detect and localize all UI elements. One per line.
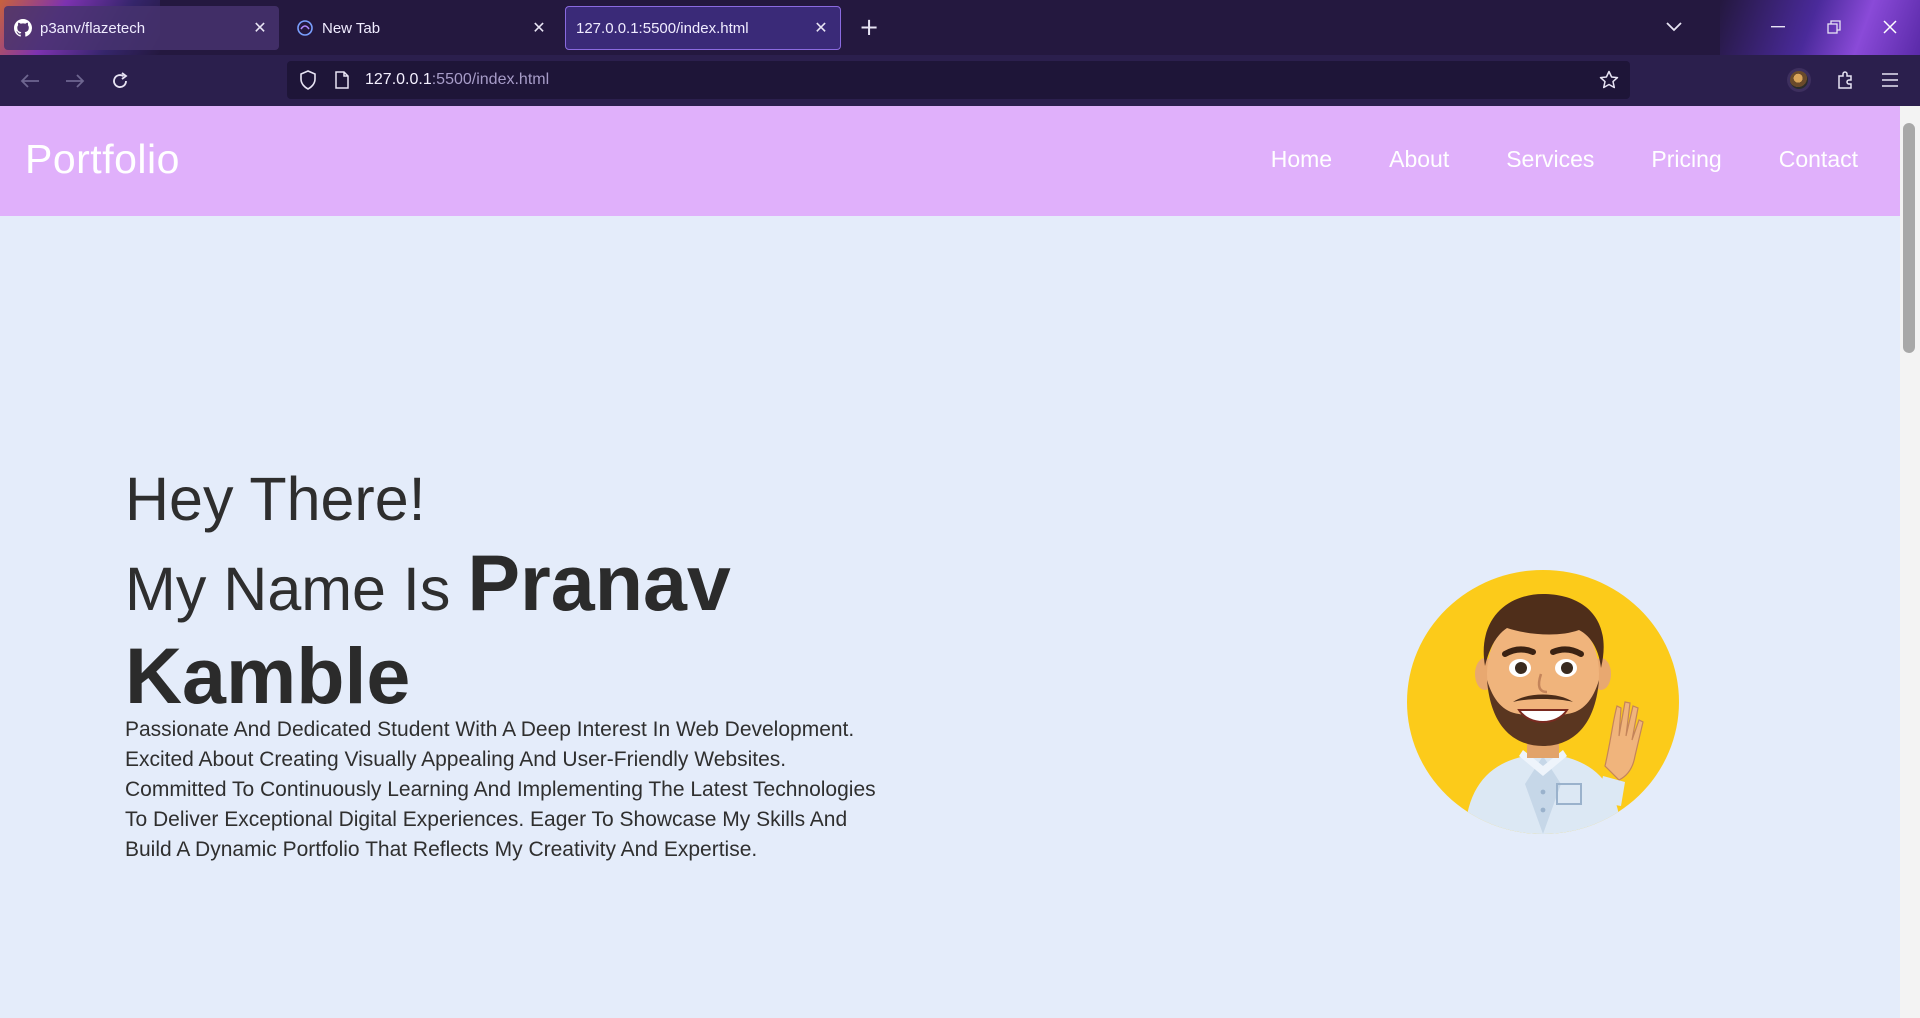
profile-avatar [1407,570,1679,834]
hamburger-menu-icon [1882,73,1898,87]
nav-link-services[interactable]: Services [1506,146,1594,173]
scrollbar-thumb[interactable] [1903,123,1915,353]
hero-bio: Passionate And Dedicated Student With A … [125,718,876,861]
restore-icon [1827,20,1841,34]
browser-tab-bar: p3anv/flazetech ✕ New Tab ✕ 127.0.0.1:55… [0,0,1920,55]
tab-label: New Tab [322,19,381,37]
minimize-icon [1771,26,1785,28]
restore-button[interactable] [1818,12,1850,42]
nav-link-pricing[interactable]: Pricing [1651,146,1721,173]
nav-link-about[interactable]: About [1389,146,1449,173]
hero-name-line: My Name Is Pranav [125,539,885,633]
url-host: 127.0.0.1 [365,71,432,88]
avatar-circle [1407,570,1679,834]
shield-icon[interactable] [297,69,319,91]
tab-new-tab[interactable]: New Tab ✕ [286,6,558,50]
site-header: Portfolio Home About Services Pricing Co… [0,106,1900,216]
list-all-tabs-button[interactable] [1661,14,1687,40]
page-icon [331,69,353,91]
close-window-button[interactable] [1874,12,1906,42]
nav-link-contact[interactable]: Contact [1779,146,1858,173]
close-icon [1883,20,1897,34]
tab-localhost[interactable]: 127.0.0.1:5500/index.html ✕ [565,6,841,50]
avatar [1790,71,1808,89]
url-path: :5500/index.html [431,71,550,88]
github-icon [14,19,32,37]
hero-greeting: Hey There! [125,465,426,533]
account-avatar-button[interactable] [1787,68,1811,92]
site-navigation: Home About Services Pricing Contact [1271,146,1858,173]
close-tab-icon[interactable]: ✕ [812,19,830,37]
address-bar[interactable]: 127.0.0.1:5500/index.html [287,61,1630,99]
minimize-button[interactable] [1762,12,1794,42]
extensions-button[interactable] [1831,66,1859,94]
close-tab-icon[interactable]: ✕ [530,19,548,37]
hero-section: Hey There! My Name Is Pranav Kamble Pass… [125,459,885,865]
puzzle-icon [1838,71,1852,89]
reload-icon [113,72,128,88]
bookmark-star-icon[interactable] [1598,69,1620,91]
page-viewport: Portfolio Home About Services Pricing Co… [0,106,1900,1018]
tab-label: p3anv/flazetech [40,19,146,37]
first-name: Pranav [467,538,731,627]
new-tab-button[interactable]: + [856,14,882,40]
arrow-right-icon [66,74,85,88]
app-menu-button[interactable] [1876,66,1904,94]
site-logo[interactable]: Portfolio [25,136,180,183]
name-prefix: My Name Is [125,555,451,623]
arrow-left-icon [20,74,39,88]
last-name: Kamble [125,631,411,720]
close-tab-icon[interactable]: ✕ [251,19,269,37]
tab-github[interactable]: p3anv/flazetech ✕ [4,6,279,50]
forward-button[interactable] [61,67,89,95]
reload-button[interactable] [106,67,134,95]
firefox-newtab-icon [296,19,314,37]
tab-label: 127.0.0.1:5500/index.html [576,19,749,37]
nav-link-home[interactable]: Home [1271,146,1332,173]
cartoon-avatar-illustration [1465,594,1644,834]
back-button[interactable] [16,67,44,95]
browser-toolbar: 127.0.0.1:5500/index.html [0,55,1920,106]
chevron-down-icon [1666,22,1682,32]
